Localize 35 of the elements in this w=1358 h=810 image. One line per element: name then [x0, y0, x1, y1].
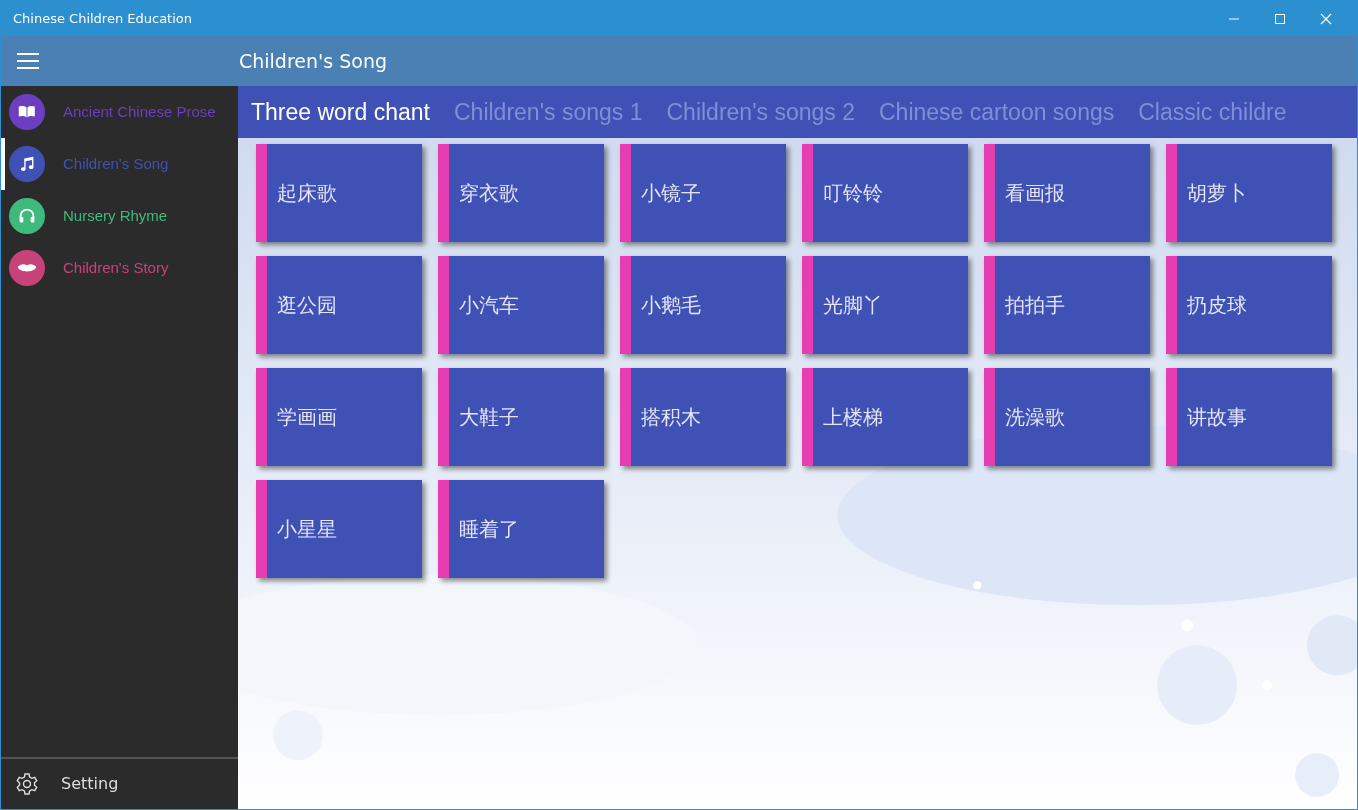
nav-label: Children's Song: [63, 153, 169, 174]
song-tile[interactable]: 大鞋子: [438, 368, 604, 466]
song-tile[interactable]: 叮铃铃: [802, 144, 968, 242]
song-tile[interactable]: 胡萝卜: [1166, 144, 1332, 242]
menu-icon: [17, 53, 39, 69]
settings-icon: [15, 772, 39, 796]
song-tile[interactable]: 看画报: [984, 144, 1150, 242]
song-tile[interactable]: 拍拍手: [984, 256, 1150, 354]
song-tile[interactable]: 起床歌: [256, 144, 422, 242]
maximize-icon: [1274, 12, 1286, 25]
song-tile[interactable]: 小星星: [256, 480, 422, 578]
page-title: Children's Song: [239, 48, 387, 74]
nav-label: Nursery Rhyme: [63, 205, 168, 226]
song-tile[interactable]: 穿衣歌: [438, 144, 604, 242]
song-tile[interactable]: 逛公园: [256, 256, 422, 354]
song-tile[interactable]: 上楼梯: [802, 368, 968, 466]
close-icon: [1320, 12, 1332, 25]
song-tile[interactable]: 搭积木: [620, 368, 786, 466]
song-tile[interactable]: 小镜子: [620, 144, 786, 242]
song-tile[interactable]: 扔皮球: [1166, 256, 1332, 354]
nav-label: Children's Story: [63, 257, 169, 278]
sidebar-item[interactable]: Children's Story: [1, 242, 238, 294]
song-tile[interactable]: 小汽车: [438, 256, 604, 354]
lips-icon: [17, 263, 37, 273]
window-title: Chinese Children Education: [12, 9, 192, 28]
nav-label: Ancient Chinese Prose: [63, 101, 216, 122]
song-tile[interactable]: 睡着了: [438, 480, 604, 578]
song-tile[interactable]: 学画画: [256, 368, 422, 466]
tab[interactable]: Three word chant: [251, 94, 430, 130]
song-tile[interactable]: 洗澡歌: [984, 368, 1150, 466]
song-tile[interactable]: 讲故事: [1166, 368, 1332, 466]
settings-label: Setting: [61, 773, 119, 795]
song-tile[interactable]: 小鹅毛: [620, 256, 786, 354]
sidebar-item[interactable]: Nursery Rhyme: [1, 190, 238, 242]
song-tile[interactable]: 光脚丫: [802, 256, 968, 354]
